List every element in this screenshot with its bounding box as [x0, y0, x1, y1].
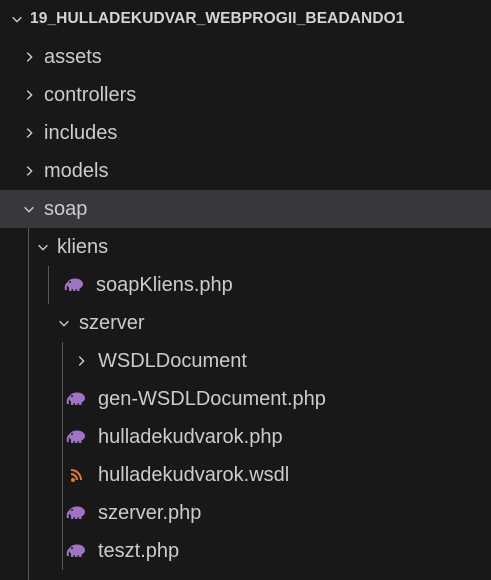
chevron-right-icon	[20, 114, 38, 152]
folder-label: models	[44, 160, 109, 182]
chevron-down-icon	[34, 228, 52, 266]
indent-guide	[48, 266, 49, 304]
tree-file-soapkliens-php[interactable]: soapKliens.php	[0, 266, 491, 304]
tree-file-teszt-php[interactable]: teszt.php	[0, 532, 491, 570]
folder-label: kliens	[57, 236, 109, 258]
chevron-down-icon	[55, 304, 73, 342]
file-explorer: 19_HULLADEKUDVAR_WEBPROGII_BEADANDO1 ass…	[0, 0, 491, 580]
folder-label: soap	[44, 198, 88, 220]
tree-file-szerver-php[interactable]: szerver.php	[0, 494, 491, 532]
explorer-root-header[interactable]: 19_HULLADEKUDVAR_WEBPROGII_BEADANDO1	[0, 0, 491, 38]
rss-icon	[66, 466, 86, 484]
tree-folder-soap[interactable]: soap	[0, 190, 491, 228]
php-elephant-icon	[66, 390, 86, 408]
folder-label: includes	[44, 122, 118, 144]
file-label: hulladekudvarok.wsdl	[98, 464, 290, 486]
chevron-right-icon	[20, 38, 38, 76]
tree-folder-models[interactable]: models	[0, 152, 491, 190]
php-elephant-icon	[66, 428, 86, 446]
tree-folder-kliens[interactable]: kliens	[0, 228, 491, 266]
folder-label: szerver	[79, 312, 145, 334]
php-elephant-icon	[64, 276, 84, 294]
tree-folder-controllers[interactable]: controllers	[0, 76, 491, 114]
indent-guide	[62, 342, 63, 570]
chevron-right-icon	[72, 342, 90, 380]
indent-guide	[28, 228, 29, 580]
file-label: szerver.php	[98, 502, 202, 524]
tree-folder-szerver[interactable]: szerver	[0, 304, 491, 342]
tree-folder-assets[interactable]: assets	[0, 38, 491, 76]
file-label: gen-WSDLDocument.php	[98, 388, 326, 410]
file-label: teszt.php	[98, 540, 180, 562]
tree-file-hulladekudvarok-php[interactable]: hulladekudvarok.php	[0, 418, 491, 456]
folder-label: assets	[44, 46, 102, 68]
file-label: hulladekudvarok.php	[98, 426, 283, 448]
chevron-right-icon	[20, 76, 38, 114]
chevron-down-icon	[20, 190, 38, 228]
folder-label: WSDLDocument	[98, 350, 247, 372]
tree-folder-includes[interactable]: includes	[0, 114, 491, 152]
folder-label: controllers	[44, 84, 137, 106]
chevron-down-icon	[8, 0, 26, 38]
tree-file-hulladekudvarok-wsdl[interactable]: hulladekudvarok.wsdl	[0, 456, 491, 494]
tree-file-gen-wsdldocument-php[interactable]: gen-WSDLDocument.php	[0, 380, 491, 418]
php-elephant-icon	[66, 504, 86, 522]
php-elephant-icon	[66, 542, 86, 560]
root-folder-label: 19_HULLADEKUDVAR_WEBPROGII_BEADANDO1	[30, 10, 405, 27]
chevron-right-icon	[20, 152, 38, 190]
tree-folder-wsdldocument[interactable]: WSDLDocument	[0, 342, 491, 380]
file-label: soapKliens.php	[96, 274, 233, 296]
